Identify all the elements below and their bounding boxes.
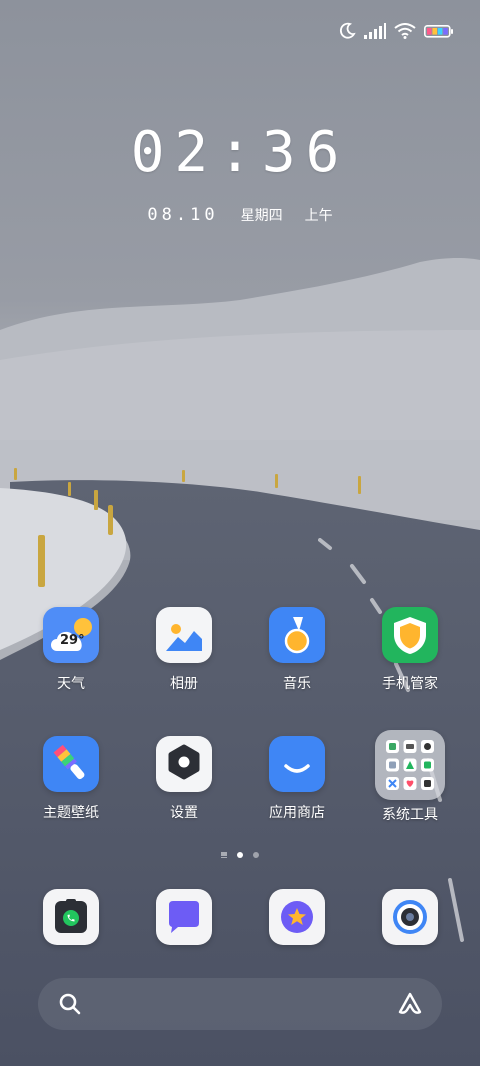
weather-icon: 29° bbox=[43, 607, 99, 663]
brush-icon bbox=[43, 736, 99, 792]
gallery-icon bbox=[156, 607, 212, 663]
battery-icon bbox=[424, 23, 454, 39]
app-label: 主题壁纸 bbox=[43, 805, 99, 821]
assistant-icon[interactable] bbox=[396, 990, 424, 1022]
app-label: 相册 bbox=[170, 676, 198, 692]
store-bag-icon bbox=[269, 736, 325, 792]
dock-browser[interactable] bbox=[269, 889, 325, 945]
page-indicator[interactable] bbox=[0, 852, 480, 858]
date: 08.10 bbox=[147, 205, 219, 225]
app-label: 系统工具 bbox=[382, 807, 438, 823]
music-icon bbox=[269, 607, 325, 663]
gear-icon bbox=[156, 736, 212, 792]
signal-icon bbox=[364, 23, 386, 39]
app-gallery[interactable]: 相册 bbox=[134, 607, 234, 693]
app-label: 设置 bbox=[170, 805, 198, 821]
date-row: 08.10 星期四 上午 bbox=[0, 205, 480, 225]
moon-icon bbox=[338, 22, 356, 40]
app-appstore[interactable]: 应用商店 bbox=[247, 736, 347, 822]
app-system-tools[interactable]: 系统工具 bbox=[360, 730, 460, 824]
dock-messages[interactable] bbox=[156, 889, 212, 945]
search-icon[interactable] bbox=[58, 992, 82, 1020]
app-label: 应用商店 bbox=[269, 805, 325, 821]
battery-level-segment bbox=[427, 28, 432, 35]
battery-level-segment bbox=[437, 28, 443, 35]
battery-level-segment bbox=[443, 28, 448, 35]
app-label: 天气 bbox=[57, 676, 85, 692]
status-bar bbox=[338, 18, 454, 44]
folder-icon bbox=[375, 730, 445, 800]
shield-icon bbox=[382, 607, 438, 663]
period: 上午 bbox=[304, 208, 333, 224]
app-themes[interactable]: 主题壁纸 bbox=[21, 736, 121, 822]
weather-temp: 29° bbox=[60, 633, 85, 648]
app-music[interactable]: 音乐 bbox=[247, 607, 347, 693]
page-dot bbox=[253, 852, 259, 858]
app-label: 手机管家 bbox=[382, 676, 438, 692]
dock-camera[interactable] bbox=[382, 889, 438, 945]
lock-time: 02:36 bbox=[130, 120, 350, 185]
page-indicator-lines bbox=[221, 852, 227, 858]
battery-level-segment bbox=[432, 28, 437, 35]
wifi-icon bbox=[394, 23, 416, 39]
weekday: 星期四 bbox=[240, 208, 283, 224]
search-bar[interactable] bbox=[38, 978, 442, 1030]
app-label: 音乐 bbox=[283, 676, 311, 692]
app-security[interactable]: 手机管家 bbox=[360, 607, 460, 693]
app-weather[interactable]: 29° 天气 bbox=[21, 607, 121, 693]
page-dot-active bbox=[237, 852, 243, 858]
app-settings[interactable]: 设置 bbox=[134, 736, 234, 822]
dock-phone[interactable] bbox=[43, 889, 99, 945]
